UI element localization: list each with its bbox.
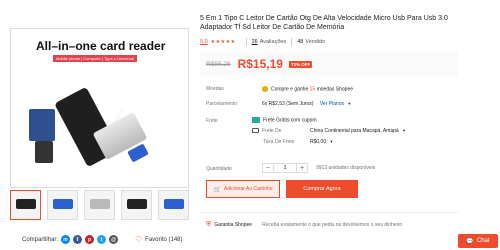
product-gallery: All–in–one card reader Mobile phone | Co… (0, 0, 195, 250)
pinterest-icon[interactable]: p (85, 235, 95, 244)
coins-text-after: moedas Shopee (315, 86, 354, 93)
share-label: Compartilhar: (22, 236, 59, 243)
shield-icon: ⛨ (206, 221, 212, 228)
thumbnail-1[interactable] (10, 190, 41, 220)
buy-now-button[interactable]: Comprar Agora (286, 180, 358, 198)
divider (200, 212, 458, 213)
quantity-input[interactable]: 1 (274, 163, 296, 173)
shipping-destination: Macapá, Amapá (362, 128, 399, 134)
current-price: R$15,19 (237, 57, 283, 71)
shipping-to-label: Frete De (262, 128, 282, 134)
shipping-origin: China Continental (310, 128, 350, 134)
coin-icon (262, 86, 268, 92)
quantity-stepper: − 1 + 9913 unidades disponíveis (262, 163, 375, 173)
shipping-fee-value[interactable]: R$0,00 ▼ (310, 139, 333, 145)
guarantee-text: Receba exatamente o que pediu ou devolve… (262, 222, 403, 228)
free-shipping-info: Frete Grátis com cupom (252, 117, 317, 123)
chat-icon: 💬 (466, 238, 474, 245)
ratings-row: 5.0 ★★★★★ 26 Avaliações 48 Vendido (200, 38, 325, 46)
sold-label: Vendido (305, 39, 326, 45)
chat-button[interactable]: 💬 Chat (458, 234, 498, 248)
main-product-image[interactable]: All–in–one card reader Mobile phone | Co… (10, 28, 189, 188)
product-title: 5 Em 1 Tipo C Leitor De Cartão Otg De Al… (200, 15, 448, 31)
quantity-label: Quantidade (206, 166, 232, 172)
reviews-label: Avaliações (259, 39, 287, 45)
see-plans-link[interactable]: Ver Planos ▼ (320, 101, 352, 107)
increment-button[interactable]: + (296, 163, 308, 173)
coins-label: Moedas (206, 86, 224, 92)
hero-title: All–in–one card reader (36, 39, 166, 53)
shipping-fee-label: Taxa De Frete (263, 139, 295, 145)
stock-available: 9913 unidades disponíveis (316, 165, 376, 171)
free-shipping-icon (252, 117, 260, 123)
decrement-button[interactable]: − (262, 163, 274, 173)
price-box: R$56,26 R$15,19 73% OFF (200, 52, 458, 76)
coins-info: Compre e ganhe 15 moedas Shopee (262, 86, 353, 92)
chevron-down-icon: ▼ (329, 139, 334, 144)
installments-info: 6x R$2,53 (Sem Juros) Ver Planos ▼ (262, 101, 351, 107)
add-to-cart-button[interactable]: 🛒 Adicionar Ao Carrinho (206, 180, 280, 198)
sold-count: 48 (297, 39, 304, 45)
divider (245, 38, 247, 46)
chat-label: Chat (476, 238, 490, 244)
twitter-icon[interactable]: t (97, 235, 107, 244)
share-bar: Compartilhar: m f p t @ (22, 235, 119, 244)
add-to-cart-label: Adicionar Ao Carrinho (223, 186, 273, 192)
star-rating-icon: ★★★★★ (210, 39, 236, 45)
thumbnail-5[interactable] (158, 190, 189, 220)
thumbnail-strip (10, 190, 189, 222)
shipping-to-value[interactable]: China Continental para Macapá, Amapá ▼ (310, 128, 406, 134)
messenger-icon[interactable]: m (61, 235, 71, 244)
shipping-to-row: Frete De (252, 128, 281, 134)
guarantee-row: ⛨ Garantia Shopee Receba exatamente o qu… (206, 221, 402, 229)
product-info: 5 Em 1 Tipo C Leitor De Cartão Otg De Al… (200, 0, 500, 250)
thumbnail-3[interactable] (84, 190, 115, 220)
facebook-icon[interactable]: f (73, 235, 83, 244)
divider (291, 38, 293, 46)
sd-card-image (29, 109, 55, 141)
rating-value[interactable]: 5.0 (200, 39, 208, 45)
thumbnail-2[interactable] (47, 190, 78, 220)
hero-subtitle-badge: Mobile phone | Computer | Type-c Univers… (53, 55, 137, 62)
chevron-down-icon: ▼ (402, 128, 407, 133)
reviews-count[interactable]: 26 (252, 39, 258, 45)
old-price: R$56,26 (206, 60, 231, 68)
guarantee-title: Garantia Shopee (214, 222, 253, 228)
thumbnail-4[interactable] (121, 190, 152, 220)
truck-icon (252, 128, 259, 134)
coins-text-before: Compre e ganhe (271, 86, 310, 93)
shipping-para: para (351, 128, 362, 134)
installments-label: Parcelamento (206, 101, 237, 107)
installments-value: 6x R$2,53 (Sem Juros) (262, 101, 314, 107)
discount-badge: 73% OFF (288, 60, 313, 68)
shipping-fee: R$0,00 (310, 139, 327, 145)
chevron-down-icon: ▼ (347, 101, 352, 106)
email-icon[interactable]: @ (109, 235, 119, 244)
microsd-card-image (35, 141, 53, 163)
cart-icon: 🛒 (213, 186, 221, 193)
favorite-label: Favorito (148) (145, 236, 183, 243)
shipping-label: Frete (206, 118, 218, 124)
heart-icon: ♡ (135, 235, 143, 244)
free-shipping-text: Frete Grátis com cupom (263, 117, 317, 124)
favorite-button[interactable]: ♡ Favorito (148) (135, 235, 183, 244)
